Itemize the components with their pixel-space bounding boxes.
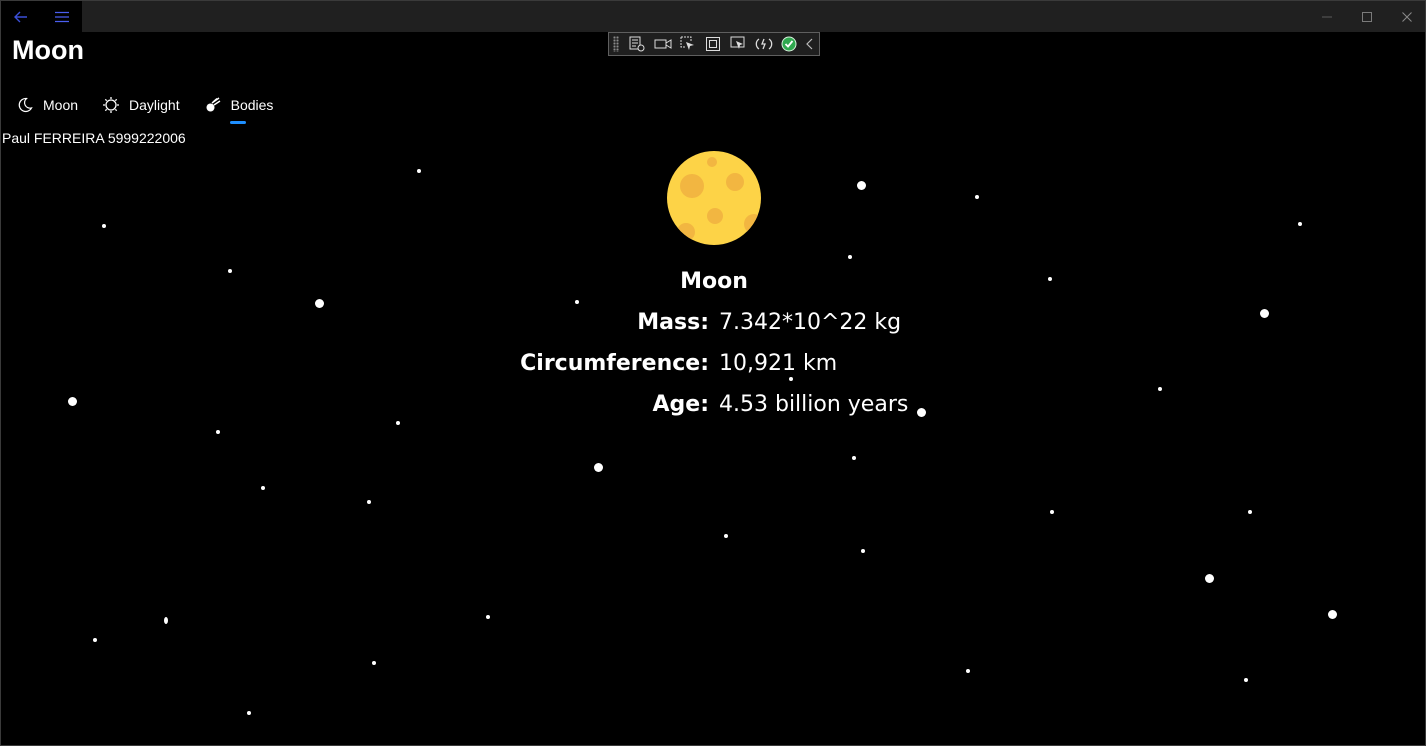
check-circle-icon — [781, 36, 797, 52]
star — [1048, 277, 1052, 281]
comet-icon — [203, 95, 223, 115]
navigation-tabs: Moon Daylight Bodies — [15, 93, 296, 127]
track-focus-icon — [730, 36, 745, 49]
back-button[interactable] — [1, 1, 41, 32]
body-name: Moon — [680, 269, 748, 294]
mass-row: Mass: 7.342*10^22 kg — [1, 310, 1425, 342]
record-button[interactable] — [650, 33, 675, 55]
star — [216, 430, 220, 434]
star — [228, 269, 232, 273]
star — [261, 486, 265, 490]
star — [372, 661, 376, 665]
minimize-button[interactable] — [1307, 1, 1347, 32]
tab-daylight[interactable]: Daylight — [101, 93, 180, 117]
title-bar — [1, 1, 1425, 32]
menu-button[interactable] — [41, 1, 82, 32]
display-layout-adorners-button[interactable] — [701, 33, 726, 55]
chevron-left-icon — [806, 38, 813, 50]
debug-toolbar — [608, 32, 820, 56]
visual-tree-icon — [629, 36, 645, 52]
star — [575, 300, 579, 304]
star — [93, 638, 97, 642]
sun-icon — [101, 95, 121, 115]
age-row: Age: 4.53 billion years — [1, 392, 1425, 424]
tab-bodies[interactable]: Bodies — [203, 93, 274, 124]
star — [975, 195, 979, 199]
selected-tab-indicator — [229, 121, 246, 124]
star — [1205, 574, 1214, 583]
star — [861, 549, 865, 553]
tab-bodies-label: Bodies — [230, 97, 274, 113]
star — [1244, 678, 1248, 682]
star — [848, 255, 852, 259]
star — [1298, 222, 1302, 226]
star — [102, 224, 106, 228]
video-camera-icon — [654, 39, 672, 49]
page-title: Moon — [12, 35, 84, 65]
moon-illustration — [667, 151, 761, 245]
track-focus-button[interactable] — [726, 33, 751, 55]
star — [247, 711, 251, 715]
close-button[interactable] — [1387, 1, 1425, 32]
tab-moon[interactable]: Moon — [15, 93, 78, 117]
star — [724, 534, 728, 538]
star — [1328, 610, 1337, 619]
star — [852, 456, 856, 460]
author-credit: Paul FERREIRA 5999222006 — [2, 130, 186, 146]
star — [164, 617, 168, 624]
hot-reload-button[interactable] — [751, 33, 776, 55]
star — [1158, 387, 1162, 391]
select-element-icon — [680, 36, 694, 50]
star — [966, 669, 970, 673]
star — [417, 169, 421, 173]
circumference-row: Circumference: 10,921 km — [1, 351, 1425, 383]
mass-label: Mass: — [637, 310, 709, 335]
layout-adorner-icon — [706, 37, 721, 51]
mass-value: 7.342*10^22 kg — [719, 310, 902, 335]
hot-reload-icon — [755, 38, 773, 50]
hamburger-icon — [54, 11, 69, 22]
star — [1248, 510, 1252, 514]
star — [594, 463, 603, 472]
circumference-label: Circumference: — [520, 351, 709, 376]
age-value: 4.53 billion years — [719, 392, 909, 417]
app-window: Moon Moon Daylight Bodies Paul FERREIRA … — [0, 0, 1426, 746]
select-element-button[interactable] — [675, 33, 700, 55]
tab-daylight-label: Daylight — [129, 97, 180, 113]
tab-moon-label: Moon — [43, 97, 79, 113]
star — [315, 299, 324, 308]
toolbar-grip[interactable] — [613, 36, 619, 52]
collapse-toolbar-button[interactable] — [802, 33, 819, 55]
hot-reload-status-button[interactable] — [776, 33, 801, 55]
moon-icon — [15, 95, 35, 115]
live-visual-tree-button[interactable] — [625, 33, 650, 55]
age-label: Age: — [652, 392, 710, 417]
maximize-icon — [1362, 11, 1372, 22]
star — [857, 181, 866, 190]
star — [486, 615, 490, 619]
back-arrow-icon — [14, 11, 27, 22]
star — [1050, 510, 1054, 514]
maximize-button[interactable] — [1347, 1, 1387, 32]
star — [367, 500, 371, 504]
close-icon — [1402, 11, 1412, 22]
circumference-value: 10,921 km — [719, 351, 838, 376]
minimize-icon — [1322, 16, 1332, 17]
